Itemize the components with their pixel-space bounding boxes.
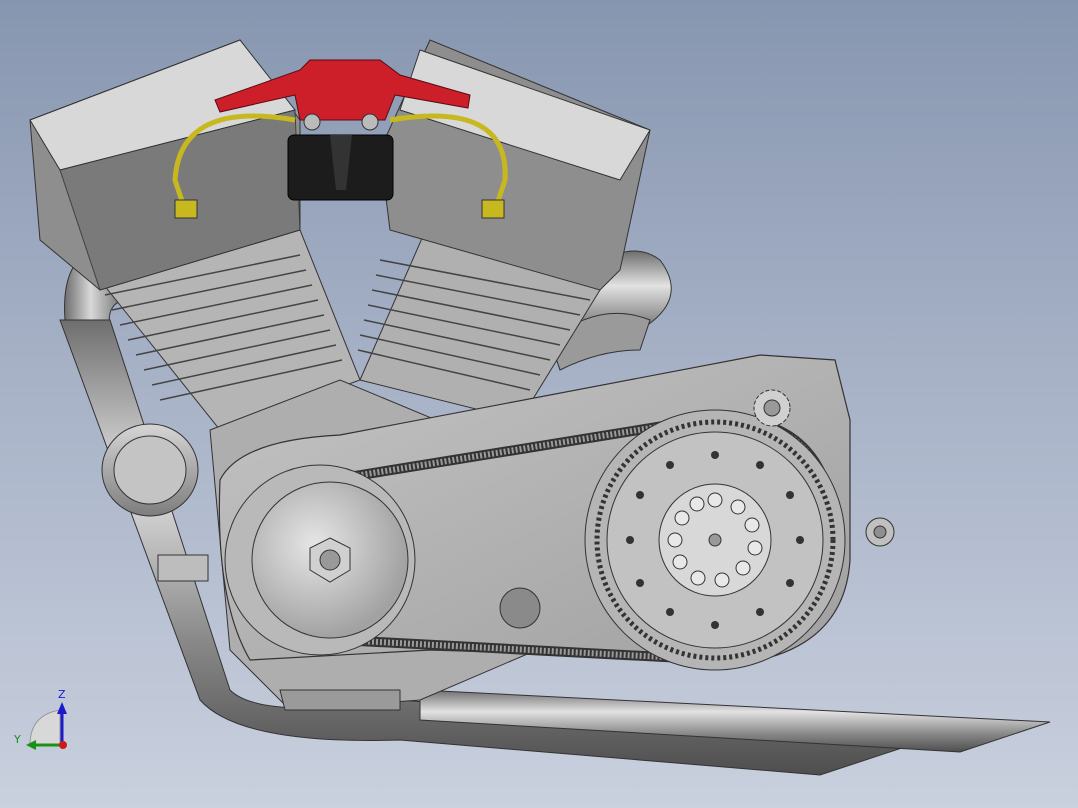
coordinate-triad[interactable]: [26, 702, 67, 750]
x-axis-point: [59, 741, 67, 749]
rear-cylinder: [357, 39, 651, 421]
y-axis-label: Y: [14, 733, 21, 746]
engine-model[interactable]: [0, 0, 1078, 808]
z-axis-label: Z: [58, 688, 66, 701]
ignition-module: [287, 113, 394, 201]
cad-3d-viewport[interactable]: Z Y: [0, 0, 1078, 808]
front-pulley: [224, 464, 416, 656]
